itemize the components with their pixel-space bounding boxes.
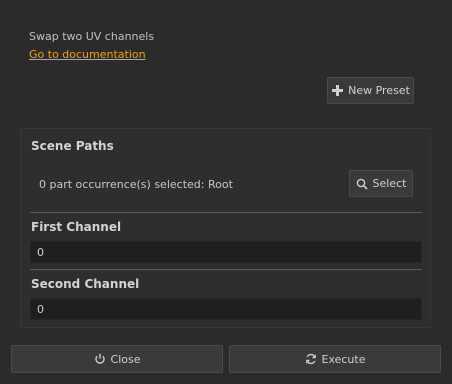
power-icon (94, 353, 106, 365)
execute-button[interactable]: Execute (229, 345, 441, 373)
parameters-panel: Scene Paths 0 part occurrence(s) selecte… (20, 128, 431, 328)
select-label: Select (372, 177, 407, 190)
close-label: Close (110, 352, 141, 366)
close-button[interactable]: Close (11, 345, 223, 373)
scene-paths-title: Scene Paths (31, 139, 114, 153)
swap-uv-channels-dialog: Swap two UV channels Go to documentation… (0, 0, 452, 384)
plus-icon (331, 85, 343, 97)
first-channel-title: First Channel (31, 220, 122, 234)
magnifier-icon (356, 178, 368, 190)
selection-status: 0 part occurrence(s) selected: Root (39, 178, 233, 191)
second-channel-title: Second Channel (31, 277, 140, 291)
select-button[interactable]: Select (349, 170, 413, 197)
function-description: Swap two UV channels (29, 30, 155, 43)
new-preset-label: New Preset (348, 84, 410, 97)
refresh-icon (305, 353, 317, 365)
section-divider (30, 212, 422, 213)
first-channel-input[interactable] (30, 241, 422, 263)
section-divider (30, 269, 422, 270)
documentation-link[interactable]: Go to documentation (29, 48, 146, 61)
execute-label: Execute (321, 352, 366, 366)
second-channel-input[interactable] (30, 298, 422, 320)
new-preset-button[interactable]: New Preset (327, 77, 414, 104)
